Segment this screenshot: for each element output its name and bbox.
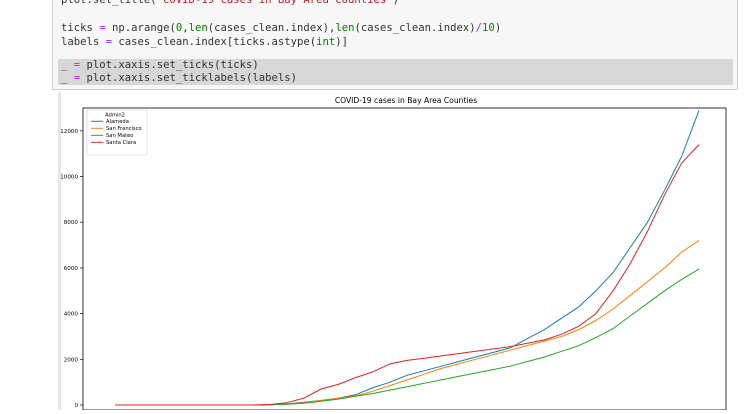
- legend: Admin2 AlamedaSan FranciscoSan MateoSant…: [86, 109, 148, 156]
- output-area: COVID-19 cases in Bay Area Counties 0 200…: [55, 92, 738, 411]
- legend-label: Alameda: [106, 119, 129, 125]
- y-tick-label: 6000: [64, 266, 79, 272]
- series-line-san-mateo: [115, 268, 700, 406]
- covid-chart: COVID-19 cases in Bay Area Counties 0 200…: [60, 96, 727, 411]
- legend-label: San Francisco: [106, 126, 142, 132]
- legend-title: Admin2: [105, 113, 125, 119]
- series-line-san-francisco: [115, 240, 700, 406]
- code-line-4[interactable]: labels = cases_clean.index[ticks.astype(…: [61, 36, 348, 49]
- y-tick-label: 0: [74, 403, 78, 409]
- y-tick-label: 4000: [64, 312, 79, 318]
- code-cell[interactable]: plot.set_title("COVID-19 cases in Bay Ar…: [52, 0, 738, 90]
- code-line-6[interactable]: _ = plot.xaxis.set_ticks(ticks): [58, 59, 733, 72]
- code-line-1[interactable]: plot.set_title("COVID-19 cases in Bay Ar…: [61, 0, 399, 7]
- plot-area: [82, 107, 727, 411]
- chart-title: COVID-19 cases in Bay Area Counties: [335, 96, 477, 105]
- title-string: "COVID-19 cases in Bay Area Counties": [156, 0, 393, 6]
- legend-label: San Mateo: [106, 133, 133, 139]
- y-tick-label: 12000: [60, 129, 78, 135]
- y-tick-label: 2000: [64, 357, 79, 363]
- code-line-7[interactable]: _ = plot.xaxis.set_ticklabels(labels): [58, 72, 733, 85]
- y-tick-label: 8000: [64, 220, 79, 226]
- legend-label: Santa Clara: [106, 140, 136, 146]
- code-line-3[interactable]: ticks = np.arange(0,len(cases_clean.inde…: [61, 22, 501, 35]
- y-tick-label: 10000: [60, 175, 78, 181]
